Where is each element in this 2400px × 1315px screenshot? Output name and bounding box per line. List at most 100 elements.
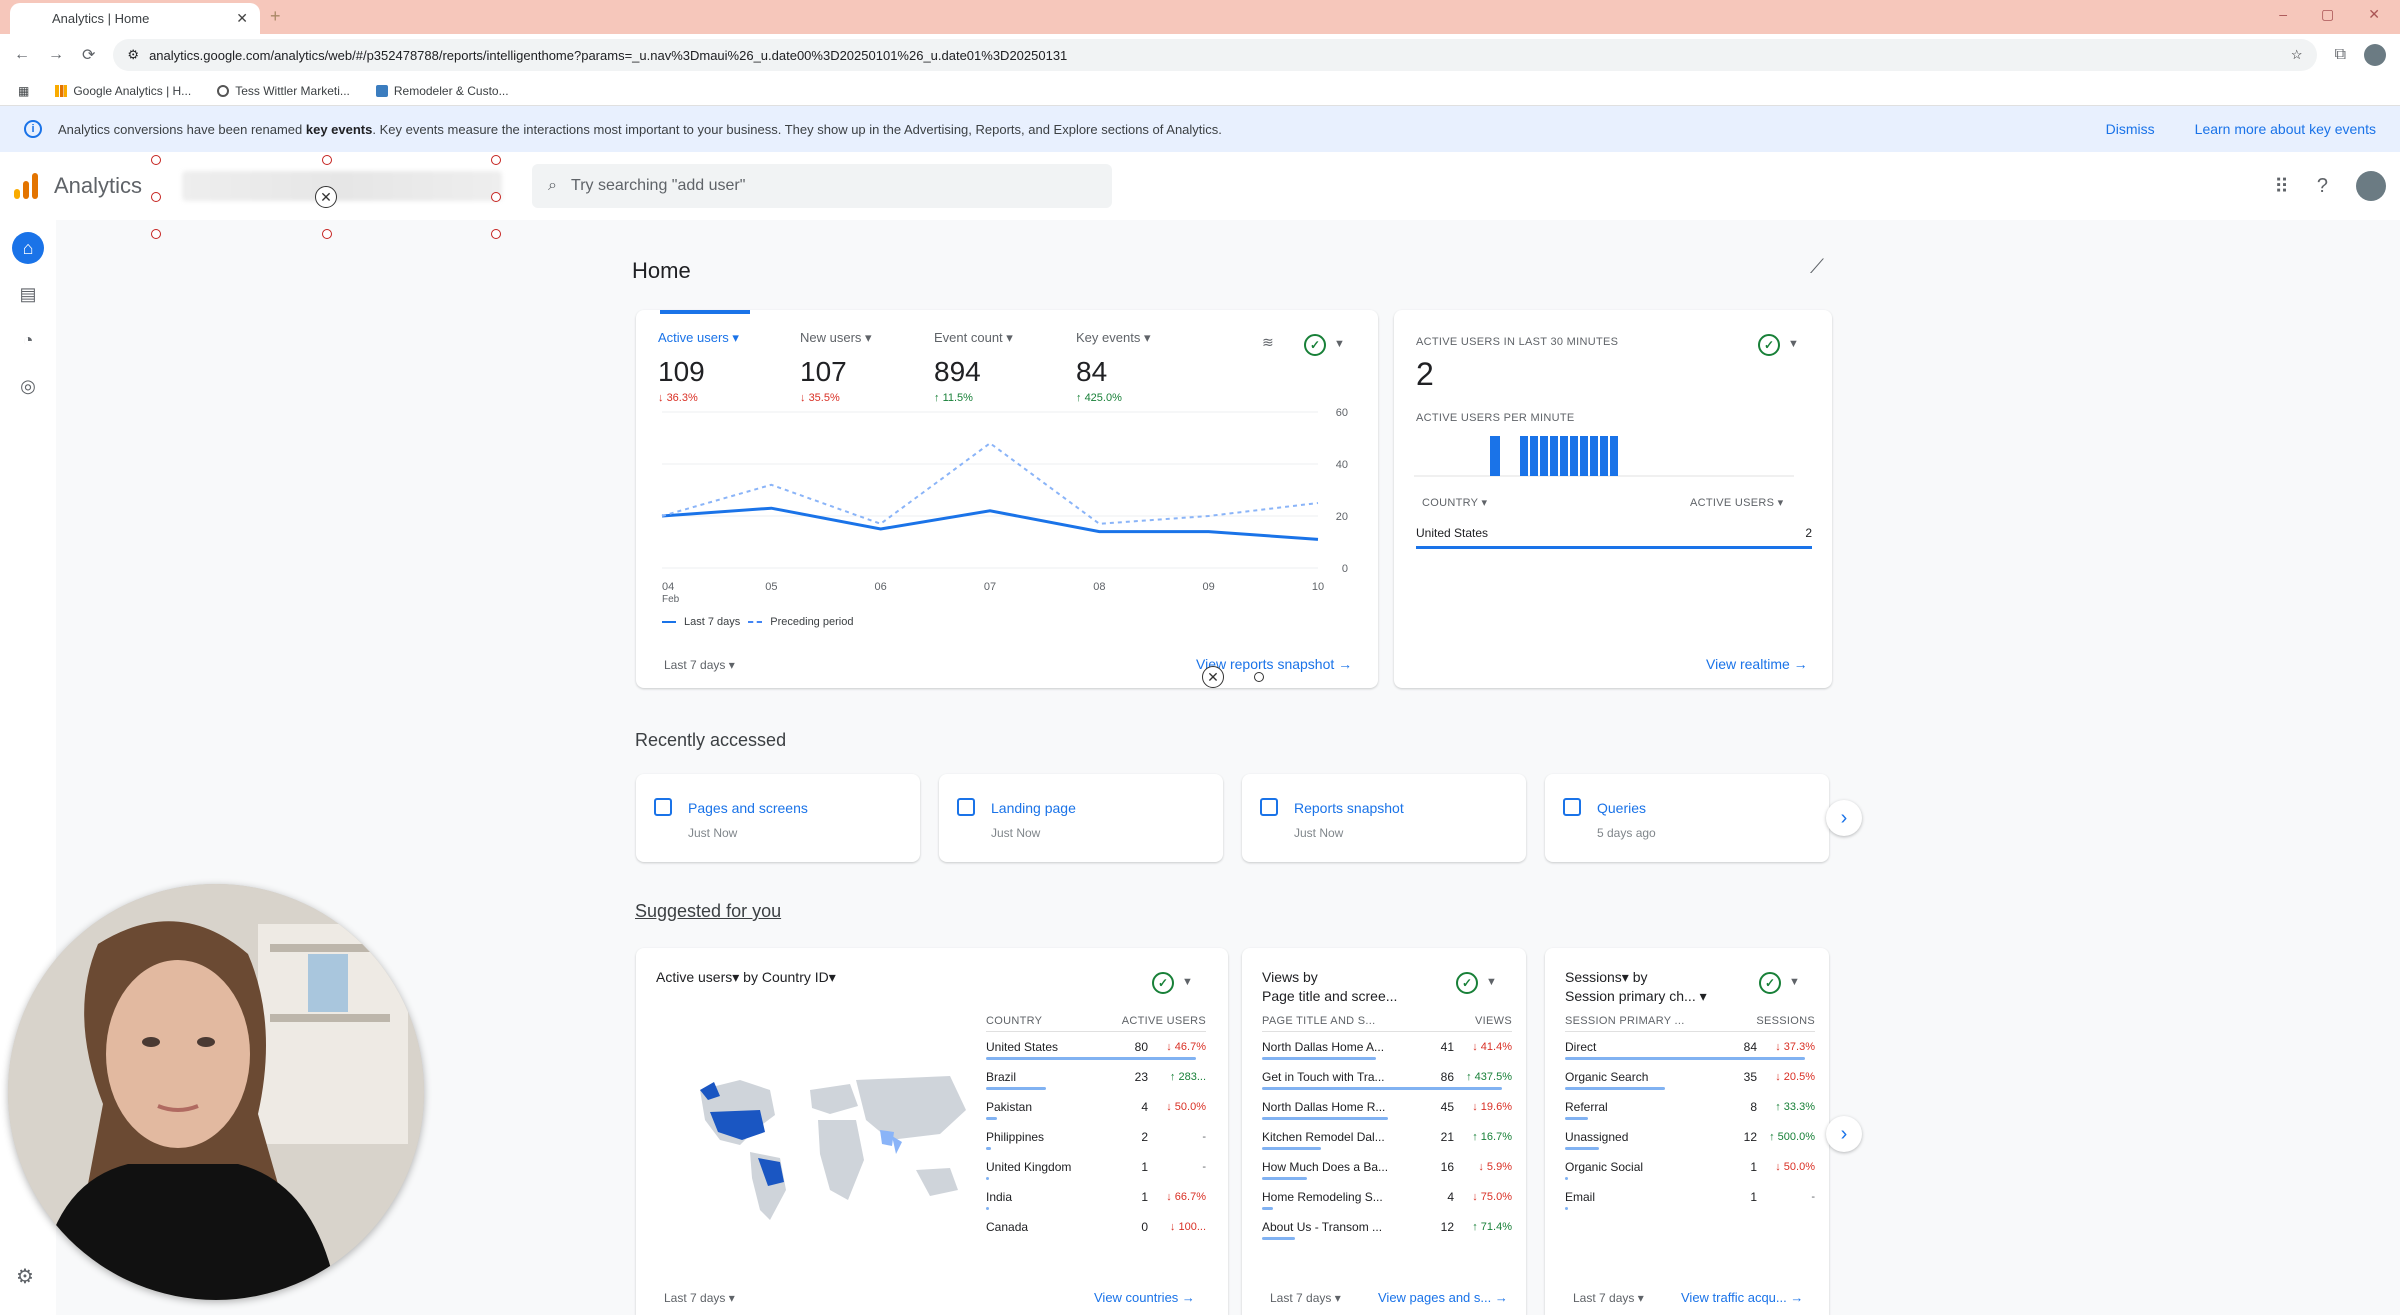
check-circle-icon[interactable]: ✓ (1759, 972, 1781, 994)
minimize-icon[interactable]: – (2279, 6, 2287, 23)
bookmark-star-icon[interactable]: ☆ (2291, 47, 2303, 63)
bookmark-item[interactable]: Tess Wittler Marketi... (217, 84, 350, 98)
check-circle-icon[interactable]: ✓ (1304, 334, 1326, 356)
recent-next-button[interactable]: › (1826, 800, 1862, 836)
table-row[interactable]: How Much Does a Ba... 16 ↓ 5.9% (1262, 1152, 1512, 1182)
maximize-icon[interactable]: ▢ (2321, 6, 2334, 23)
selection-handle (322, 229, 332, 239)
date-range-selector[interactable]: Last 7 days ▾ (1270, 1291, 1341, 1305)
table-row[interactable]: United States 80 ↓ 46.7% (986, 1032, 1206, 1062)
recent-item[interactable]: Reports snapshot Just Now (1242, 774, 1526, 862)
new-tab-icon[interactable]: + (270, 6, 281, 27)
row-change: ↓ 46.7% (1166, 1041, 1206, 1053)
view-pages-link[interactable]: View pages and s... → (1378, 1290, 1508, 1305)
help-icon[interactable]: ? (2317, 175, 2328, 198)
table-row[interactable]: Email 1 - (1565, 1182, 1815, 1212)
selection-handle (151, 229, 161, 239)
insights-icon[interactable]: ⟋ (1810, 256, 1824, 279)
metric-active-users[interactable]: Active users ▾ 109 ↓ 36.3% (658, 330, 739, 404)
table-row[interactable]: North Dallas Home R... 45 ↓ 19.6% (1262, 1092, 1512, 1122)
recent-item[interactable]: Landing page Just Now (939, 774, 1223, 862)
table-row[interactable]: India 1 ↓ 66.7% (986, 1182, 1206, 1212)
view-realtime-link[interactable]: View realtime → (1706, 656, 1808, 672)
table-row[interactable]: Home Remodeling S... 4 ↓ 75.0% (1262, 1182, 1512, 1212)
account-avatar[interactable] (2356, 171, 2386, 201)
check-circle-icon[interactable]: ✓ (1456, 972, 1478, 994)
chevron-down-icon[interactable]: ▼ (1788, 338, 1799, 350)
close-tab-icon[interactable]: ✕ (236, 10, 248, 27)
table-row[interactable]: Get in Touch with Tra... 86 ↑ 437.5% (1262, 1062, 1512, 1092)
browser-tab[interactable]: Analytics | Home ✕ (10, 3, 260, 34)
date-range-selector[interactable]: Last 7 days ▾ (664, 658, 735, 672)
table-row[interactable]: Organic Search 35 ↓ 20.5% (1565, 1062, 1815, 1092)
table-row[interactable]: Brazil 23 ↑ 283... (986, 1062, 1206, 1092)
dismiss-link[interactable]: Dismiss (2106, 121, 2155, 137)
row-change: - (1202, 1131, 1206, 1143)
forward-icon[interactable]: → (48, 46, 64, 64)
browser-profile-avatar[interactable] (2364, 44, 2386, 66)
apps-icon[interactable]: ⠿ (2274, 174, 2289, 199)
check-circle-icon[interactable]: ✓ (1152, 972, 1174, 994)
view-traffic-link[interactable]: View traffic acqu... → (1681, 1290, 1803, 1305)
overview-card: Active users ▾ 109 ↓ 36.3% New users ▾ 1… (636, 310, 1378, 688)
active-users-column-header[interactable]: ACTIVE USERS ▾ (1690, 496, 1783, 509)
chevron-down-icon[interactable]: ▼ (1486, 976, 1497, 988)
extensions-icon[interactable]: ⧉ (2335, 46, 2346, 64)
bookmark-item[interactable]: Remodeler & Custo... (375, 84, 509, 98)
view-countries-link[interactable]: View countries → (1094, 1290, 1195, 1305)
recent-item[interactable]: Pages and screens Just Now (636, 774, 920, 862)
compare-icon[interactable]: ≋ (1262, 334, 1274, 351)
country-column-header[interactable]: COUNTRY ▾ (1422, 496, 1487, 509)
window-close-icon[interactable]: ✕ (2368, 6, 2380, 23)
card-title[interactable]: Sessions▾ by Session primary ch... ▾ (1565, 968, 1707, 1006)
settings-gear-icon[interactable]: ⚙ (16, 1264, 34, 1289)
table-row[interactable]: Organic Social 1 ↓ 50.0% (1565, 1152, 1815, 1182)
date-range-selector[interactable]: Last 7 days ▾ (664, 1291, 735, 1305)
reports-icon[interactable]: ▤ (12, 278, 44, 310)
back-icon[interactable]: ← (14, 46, 30, 64)
table-row[interactable]: United Kingdom 1 - (986, 1152, 1206, 1182)
suggested-next-button[interactable]: › (1826, 1116, 1862, 1152)
bookmark-item[interactable]: Google Analytics | H... (55, 84, 191, 98)
table-row[interactable]: Canada 0 ↓ 100... (986, 1212, 1206, 1242)
delete-annotation-icon[interactable]: ✕ (1202, 666, 1224, 688)
site-info-icon[interactable]: ⚙ (127, 47, 139, 63)
row-label: United States (986, 1040, 1059, 1054)
table-row[interactable]: Philippines 2 - (986, 1122, 1206, 1152)
home-icon[interactable]: ⌂ (12, 232, 44, 264)
table-row[interactable]: North Dallas Home A... 41 ↓ 41.4% (1262, 1032, 1512, 1062)
learn-more-link[interactable]: Learn more about key events (2195, 121, 2376, 137)
chevron-down-icon[interactable]: ▼ (1334, 338, 1345, 350)
apps-grid-icon[interactable]: ▦ (18, 84, 29, 98)
reload-icon[interactable]: ⟳ (82, 45, 95, 65)
card-title[interactable]: Views by Page title and scree... (1262, 968, 1397, 1006)
card-title[interactable]: Active users▾ by Country ID▾ (656, 968, 836, 987)
table-row[interactable]: Kitchen Remodel Dal... 21 ↑ 16.7% (1262, 1122, 1512, 1152)
date-range-selector[interactable]: Last 7 days ▾ (1573, 1291, 1644, 1305)
recent-item[interactable]: Queries 5 days ago (1545, 774, 1829, 862)
row-change: ↓ 75.0% (1472, 1191, 1512, 1203)
chevron-down-icon[interactable]: ▼ (1182, 976, 1193, 988)
delete-annotation-icon[interactable]: ✕ (315, 186, 337, 208)
table-row[interactable]: Direct 84 ↓ 37.3% (1565, 1032, 1815, 1062)
explore-icon[interactable]: ◔ (12, 324, 44, 356)
row-value: 45 (1440, 1100, 1454, 1114)
search-input[interactable]: ⌕ Try searching "add user" (532, 164, 1113, 208)
row-bar (986, 1087, 1046, 1090)
minute-bar (1530, 436, 1538, 476)
address-bar[interactable]: ⚙ analytics.google.com/analytics/web/#/p… (113, 39, 2317, 71)
url-text: analytics.google.com/analytics/web/#/p35… (149, 47, 1068, 63)
sessions-table: SESSION PRIMARY ... SESSIONS Direct 84 ↓ 37… (1565, 1010, 1815, 1212)
table-row[interactable]: Referral 8 ↑ 33.3% (1565, 1092, 1815, 1122)
advertising-icon[interactable]: ◎ (12, 370, 44, 402)
table-row[interactable]: Unassigned 12 ↑ 500.0% (1565, 1122, 1815, 1152)
table-row[interactable]: Pakistan 4 ↓ 50.0% (986, 1092, 1206, 1122)
metric-event-count[interactable]: Event count ▾ 894 ↑ 11.5% (934, 330, 1013, 404)
metric-new-users[interactable]: New users ▾ 107 ↓ 35.5% (800, 330, 872, 404)
row-label: Pakistan (986, 1100, 1033, 1114)
account-selector[interactable] (182, 171, 503, 201)
metric-key-events[interactable]: Key events ▾ 84 ↑ 425.0% (1076, 330, 1150, 404)
chevron-down-icon[interactable]: ▼ (1789, 976, 1800, 988)
table-row[interactable]: About Us - Transom ... 12 ↑ 71.4% (1262, 1212, 1512, 1242)
check-circle-icon[interactable]: ✓ (1758, 334, 1780, 356)
